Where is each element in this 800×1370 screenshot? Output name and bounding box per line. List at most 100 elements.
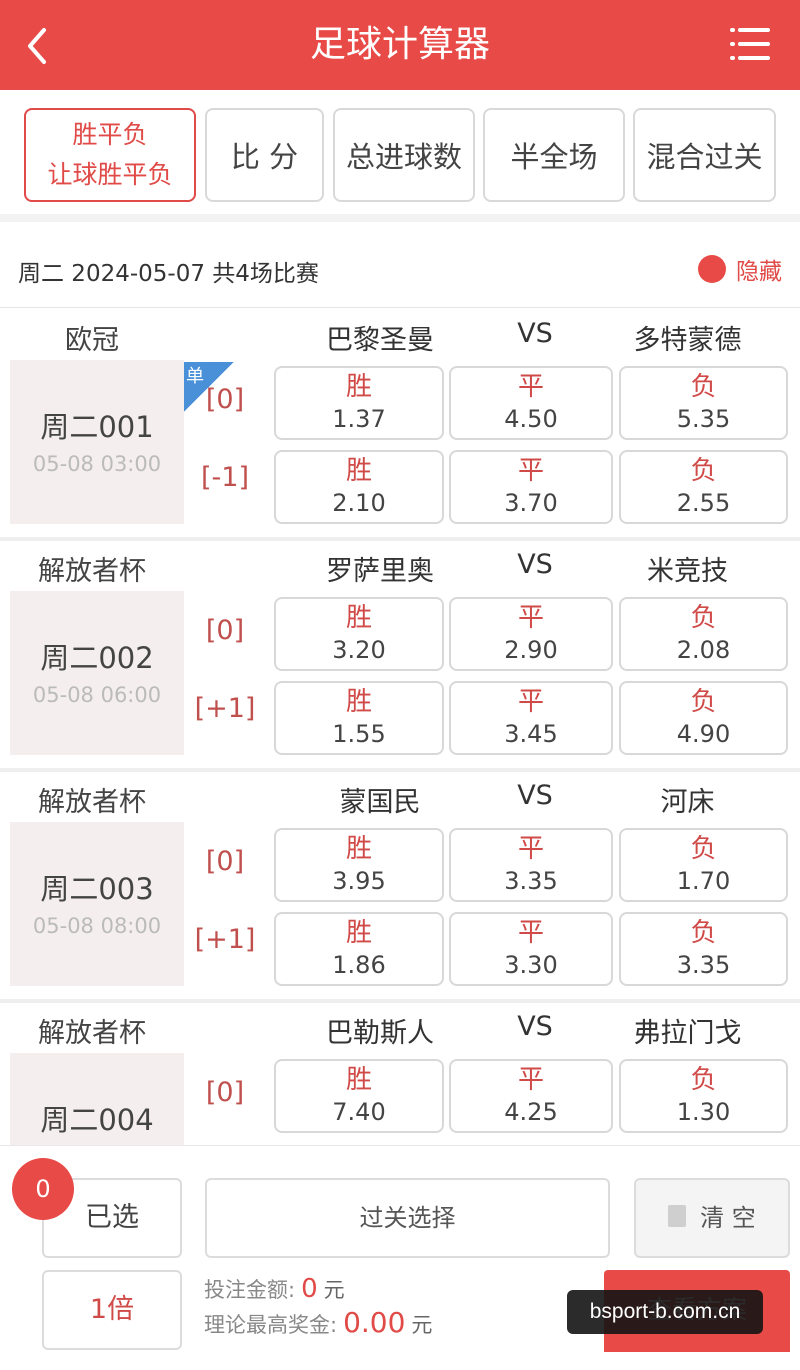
toggle-dot-icon	[698, 255, 726, 283]
max-prize-value: 0.00	[343, 1306, 406, 1339]
trash-icon	[668, 1205, 687, 1227]
odds-win-button[interactable]: 胜 1.86	[274, 912, 444, 986]
match-number: 周二001	[40, 410, 154, 444]
bet-amount-label: 投注金额:	[204, 1278, 296, 1302]
odds-value: 3.35	[676, 951, 731, 979]
odds-value: 1.37	[332, 405, 386, 433]
odds-win-button[interactable]: 胜 1.37	[274, 366, 444, 440]
odds-win-button[interactable]: 胜 7.40	[274, 1059, 444, 1133]
odds-value: 1.30	[676, 1098, 731, 1126]
odds-lose-button[interactable]: 负 4.90	[619, 681, 788, 755]
odds-value: 4.25	[504, 1098, 558, 1126]
odds-value: 2.08	[676, 636, 731, 664]
tab-mixed-parlay[interactable]: 混合过关	[633, 108, 776, 202]
odds-draw-button[interactable]: 平 4.50	[449, 366, 613, 440]
odds-draw-button[interactable]: 平 3.45	[449, 681, 613, 755]
odds-label: 平	[517, 456, 544, 486]
match-time: 05-08 08:00	[32, 914, 162, 938]
odds-value: 7.40	[332, 1098, 386, 1126]
odds-lose-button[interactable]: 负 2.55	[619, 450, 788, 524]
odds-label: 负	[690, 603, 717, 633]
odds-draw-button[interactable]: 平 2.90	[449, 597, 613, 671]
tab-score[interactable]: 比 分	[205, 108, 324, 202]
odds-value: 3.70	[504, 489, 558, 517]
tab-label: 混合过关	[646, 140, 763, 174]
odds-value: 3.95	[332, 867, 386, 895]
match-number: 周二004	[40, 1103, 154, 1137]
odds-label: 胜	[345, 603, 372, 633]
odds-label: 负	[690, 456, 717, 486]
league-name: 解放者杯	[38, 787, 146, 818]
odds-value: 1.55	[332, 720, 386, 748]
odds-label: 负	[690, 918, 717, 948]
odds-label: 胜	[345, 372, 372, 402]
odds-value: 2.10	[332, 489, 386, 517]
site-watermark: bsport-b.com.cn	[567, 1290, 763, 1334]
odds-win-button[interactable]: 胜 2.10	[274, 450, 444, 524]
handicap-label: [0]	[205, 384, 245, 415]
odds-label: 平	[517, 687, 544, 717]
odds-win-button[interactable]: 胜 3.20	[274, 597, 444, 671]
max-prize-label: 理论最高奖金:	[204, 1313, 338, 1337]
odds-label: 负	[690, 834, 717, 864]
clear-label: 清 空	[700, 1204, 756, 1232]
clear-button[interactable]: 清 空	[634, 1178, 790, 1258]
odds-label: 平	[517, 372, 544, 402]
menu-button[interactable]	[730, 27, 770, 61]
hide-toggle[interactable]: 隐藏	[698, 252, 782, 286]
handicap-label: [0]	[205, 1077, 245, 1108]
tab-win-draw-lose[interactable]: 胜平负 让球胜平负	[24, 108, 196, 202]
away-team: 米竞技	[647, 556, 728, 587]
odds-win-button[interactable]: 胜 1.55	[274, 681, 444, 755]
play-type-tabs: 胜平负 让球胜平负 比 分 总进球数 半全场 混合过关	[0, 90, 800, 222]
odds-draw-button[interactable]: 平 3.35	[449, 828, 613, 902]
parlay-select-button[interactable]: 过关选择	[205, 1178, 610, 1258]
app-header: 足球计算器	[0, 0, 800, 90]
bottom-action-bar: 0 已选 过关选择 清 空 1倍 投注金额:0元 理论最高奖金:0.00元 查看…	[0, 1145, 800, 1370]
handicap-label: [+1]	[194, 924, 256, 955]
odds-label: 平	[517, 603, 544, 633]
tab-half-full[interactable]: 半全场	[483, 108, 625, 202]
tab-total-goals[interactable]: 总进球数	[333, 108, 475, 202]
odds-label: 胜	[345, 687, 372, 717]
odds-value: 3.45	[504, 720, 558, 748]
odds-value: 2.55	[676, 489, 731, 517]
selected-count-badge: 0	[12, 1158, 74, 1220]
vs-label: VS	[517, 780, 553, 811]
away-team: 弗拉门戈	[633, 1018, 742, 1049]
match-time: 05-08 06:00	[32, 683, 162, 707]
odds-value: 5.35	[676, 405, 731, 433]
odds-value: 3.30	[504, 951, 558, 979]
odds-label: 负	[690, 372, 717, 402]
match-card: 解放者杯 罗萨里奥 VS 米竞技 周二002 05-08 06:00 [0] […	[0, 541, 800, 772]
odds-label: 胜	[345, 456, 372, 486]
bet-amount-value: 0	[301, 1274, 318, 1304]
odds-lose-button[interactable]: 负 5.35	[619, 366, 788, 440]
odds-lose-button[interactable]: 负 2.08	[619, 597, 788, 671]
away-team: 多特蒙德	[633, 325, 742, 356]
odds-lose-button[interactable]: 负 1.70	[619, 828, 788, 902]
league-name: 解放者杯	[38, 1018, 146, 1049]
home-team: 蒙国民	[339, 787, 421, 818]
match-number: 周二003	[40, 872, 154, 906]
odds-draw-button[interactable]: 平 3.30	[449, 912, 613, 986]
odds-draw-button[interactable]: 平 4.25	[449, 1059, 613, 1133]
odds-lose-button[interactable]: 负 1.30	[619, 1059, 788, 1133]
tab-label: 胜平负	[72, 120, 148, 149]
vs-label: VS	[517, 318, 553, 349]
tab-label: 半全场	[510, 140, 598, 174]
odds-lose-button[interactable]: 负 3.35	[619, 912, 788, 986]
handicap-label: [-1]	[201, 462, 249, 493]
home-team: 巴黎圣曼	[326, 325, 434, 356]
max-prize-unit: 元	[411, 1313, 433, 1337]
odds-value: 1.86	[332, 951, 386, 979]
match-date-summary: 周二 2024-05-07 共4场比赛	[18, 261, 319, 287]
odds-draw-button[interactable]: 平 3.70	[449, 450, 613, 524]
odds-label: 平	[517, 834, 544, 864]
odds-label: 负	[690, 687, 717, 717]
odds-win-button[interactable]: 胜 3.95	[274, 828, 444, 902]
league-name: 欧冠	[65, 325, 119, 356]
odds-label: 胜	[345, 1065, 372, 1095]
multiplier-button[interactable]: 1倍	[42, 1270, 182, 1350]
date-info-bar: 周二 2024-05-07 共4场比赛 隐藏	[0, 232, 800, 308]
